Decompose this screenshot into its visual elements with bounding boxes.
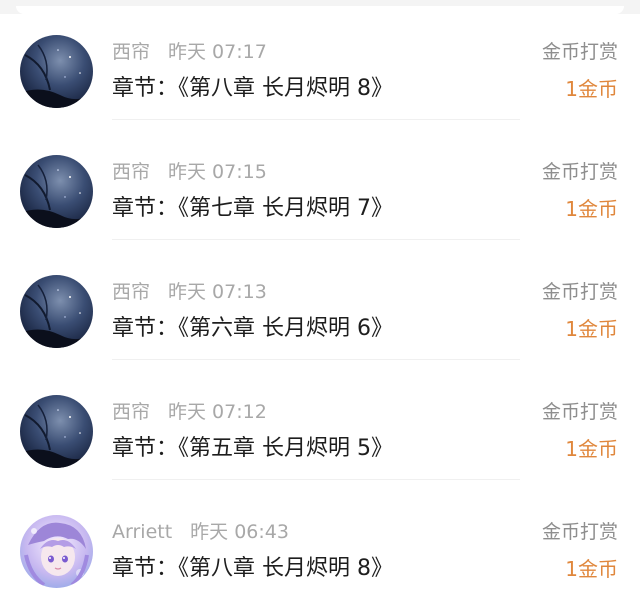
reward-record-item[interactable]: 西帘 昨天 07:13 章节：《第六章 长月烬明 6》 金币打赏 1金币 <box>0 240 640 360</box>
record-meta: Arriett 昨天 06:43 <box>112 520 289 544</box>
avatar[interactable] <box>20 515 93 588</box>
anime-girl-avatar-icon <box>20 515 93 588</box>
chapter-title[interactable]: 章节：《第五章 长月烬明 5》 <box>112 435 393 463</box>
night-sky-avatar-icon <box>20 275 93 348</box>
user-name[interactable]: Arriett <box>112 521 172 543</box>
user-name[interactable]: 西帘 <box>112 281 150 303</box>
record-meta: 西帘 昨天 07:12 <box>112 400 267 424</box>
reward-type-label: 金币打赏 <box>541 401 618 423</box>
chapter-title[interactable]: 章节：《第八章 长月烬明 8》 <box>112 555 393 583</box>
reward-type-label: 金币打赏 <box>541 281 618 303</box>
record-time: 昨天 06:43 <box>190 521 289 543</box>
reward-amount: 1金币 <box>565 317 618 341</box>
reward-record-item[interactable]: 西帘 昨天 07:17 章节：《第八章 长月烬明 8》 金币打赏 1金币 <box>0 0 640 120</box>
record-meta: 西帘 昨天 07:13 <box>112 280 267 304</box>
reward-amount: 1金币 <box>565 77 618 101</box>
night-sky-avatar-icon <box>20 35 93 108</box>
record-meta: 西帘 昨天 07:17 <box>112 40 267 64</box>
record-time: 昨天 07:13 <box>168 281 267 303</box>
user-name[interactable]: 西帘 <box>112 41 150 63</box>
night-sky-avatar-icon <box>20 395 93 468</box>
reward-record-item[interactable]: Arriett 昨天 06:43 章节：《第八章 长月烬明 8》 金币打赏 1金币 <box>0 480 640 600</box>
avatar[interactable] <box>20 395 93 468</box>
reward-record-list: 西帘 昨天 07:17 章节：《第八章 长月烬明 8》 金币打赏 1金币 西帘 … <box>0 0 640 609</box>
night-sky-avatar-icon <box>20 155 93 228</box>
reward-record-item[interactable]: 西帘 昨天 07:12 章节：《第五章 长月烬明 5》 金币打赏 1金币 <box>0 360 640 480</box>
reward-amount: 1金币 <box>565 197 618 221</box>
record-time: 昨天 07:17 <box>168 41 267 63</box>
user-name[interactable]: 西帘 <box>112 161 150 183</box>
user-name[interactable]: 西帘 <box>112 401 150 423</box>
record-time: 昨天 07:15 <box>168 161 267 183</box>
chapter-title[interactable]: 章节：《第八章 长月烬明 8》 <box>112 75 393 103</box>
chapter-title[interactable]: 章节：《第七章 长月烬明 7》 <box>112 195 393 223</box>
record-time: 昨天 07:12 <box>168 401 267 423</box>
reward-amount: 1金币 <box>565 437 618 461</box>
reward-amount: 1金币 <box>565 557 618 581</box>
avatar[interactable] <box>20 35 93 108</box>
avatar[interactable] <box>20 275 93 348</box>
avatar[interactable] <box>20 155 93 228</box>
reward-type-label: 金币打赏 <box>541 161 618 183</box>
reward-record-item[interactable]: 西帘 昨天 07:15 章节：《第七章 长月烬明 7》 金币打赏 1金币 <box>0 120 640 240</box>
reward-type-label: 金币打赏 <box>541 41 618 63</box>
reward-type-label: 金币打赏 <box>541 521 618 543</box>
record-meta: 西帘 昨天 07:15 <box>112 160 267 184</box>
chapter-title[interactable]: 章节：《第六章 长月烬明 6》 <box>112 315 393 343</box>
